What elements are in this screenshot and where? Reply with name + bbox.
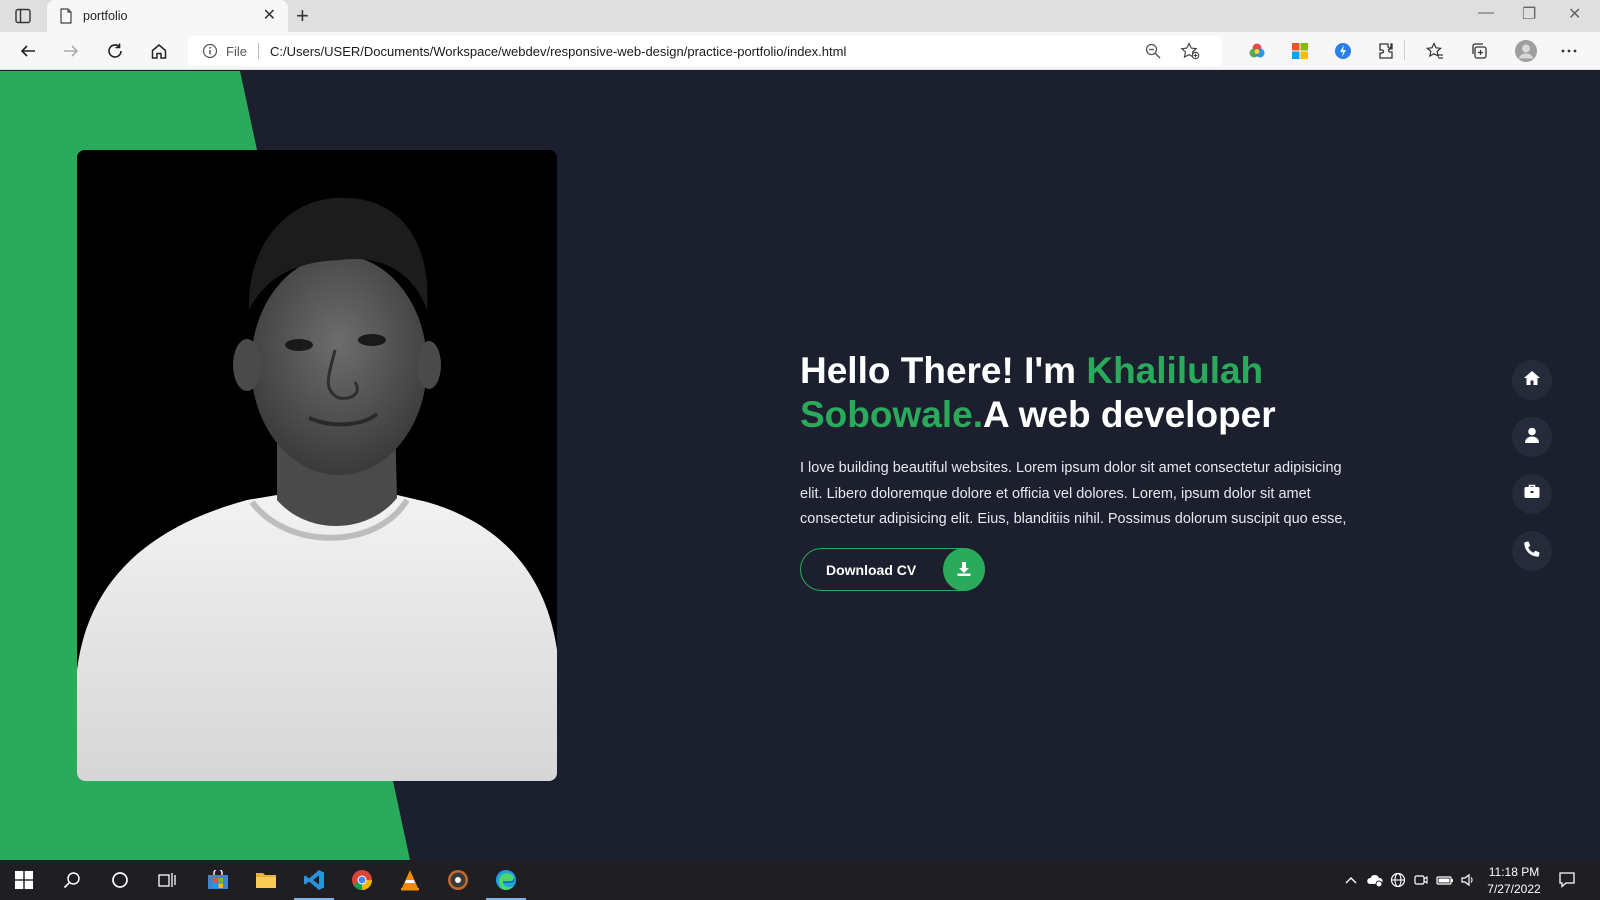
task-view-icon[interactable] bbox=[144, 860, 192, 900]
zoom-out-icon[interactable] bbox=[1144, 42, 1162, 65]
protocol-label: File bbox=[226, 44, 247, 59]
media-player-icon[interactable] bbox=[434, 860, 482, 900]
hero-heading: Hello There! I'm Khalilulah Sobowale.A w… bbox=[800, 349, 1360, 437]
vscode-icon[interactable] bbox=[290, 860, 338, 900]
color-picker-extension-icon[interactable] bbox=[1248, 42, 1266, 60]
user-icon bbox=[1524, 427, 1540, 448]
nav-contact-button[interactable] bbox=[1512, 531, 1552, 571]
back-icon[interactable] bbox=[17, 40, 39, 62]
clock-date: 7/27/2022 bbox=[1487, 882, 1541, 896]
office-extension-icon[interactable] bbox=[1291, 42, 1309, 60]
notifications-icon[interactable] bbox=[1558, 871, 1576, 894]
add-favorite-icon[interactable] bbox=[1180, 42, 1200, 65]
nav-home-button[interactable] bbox=[1512, 360, 1552, 400]
show-hidden-icons-icon[interactable] bbox=[1344, 873, 1358, 891]
clock-time: 11:18 PM bbox=[1488, 865, 1540, 879]
edge-icon[interactable] bbox=[482, 860, 530, 900]
download-cv-label: Download CV bbox=[826, 561, 917, 578]
portfolio-page: Hello There! I'm Khalilulah Sobowale.A w… bbox=[0, 71, 1600, 860]
profile-avatar[interactable] bbox=[1514, 39, 1538, 63]
refresh-icon[interactable] bbox=[104, 40, 126, 62]
role-text: A web developer bbox=[982, 394, 1276, 435]
forward-icon[interactable] bbox=[60, 40, 82, 62]
system-clock[interactable]: 11:18 PM 7/27/2022 bbox=[1482, 864, 1546, 898]
browser-tab-bar: portfolio ✕ + — ❐ ✕ bbox=[0, 0, 1600, 32]
document-icon bbox=[59, 8, 73, 29]
extensions-icon[interactable] bbox=[1377, 42, 1395, 60]
onedrive-icon[interactable] bbox=[1366, 872, 1384, 893]
tab-actions-icon[interactable] bbox=[14, 7, 32, 25]
new-tab-icon[interactable]: + bbox=[296, 5, 309, 27]
close-tab-icon[interactable]: ✕ bbox=[263, 8, 276, 24]
address-bar[interactable]: File C:/Users/USER/Documents/Workspace/w… bbox=[188, 36, 1222, 66]
start-windows-icon[interactable] bbox=[0, 860, 48, 900]
profile-photo bbox=[77, 150, 557, 781]
greeting-text: Hello There! I'm bbox=[800, 350, 1087, 391]
info-icon[interactable] bbox=[202, 43, 218, 64]
taskbar: 11:18 PM 7/27/2022 bbox=[0, 860, 1600, 900]
minimize-icon[interactable]: — bbox=[1478, 4, 1494, 22]
chrome-icon[interactable] bbox=[338, 860, 386, 900]
cortana-icon[interactable] bbox=[96, 860, 144, 900]
favorites-icon[interactable] bbox=[1426, 42, 1444, 60]
download-icon bbox=[943, 547, 985, 591]
more-options-icon[interactable] bbox=[1560, 42, 1578, 60]
url-text[interactable]: C:/Users/USER/Documents/Workspace/webdev… bbox=[270, 44, 846, 59]
home-icon bbox=[1523, 370, 1541, 391]
briefcase-icon bbox=[1524, 484, 1540, 504]
browser-toolbar: File C:/Users/USER/Documents/Workspace/w… bbox=[0, 32, 1600, 70]
nav-portfolio-button[interactable] bbox=[1512, 474, 1552, 514]
meet-now-icon[interactable] bbox=[1414, 872, 1428, 893]
hero-description: I love building beautiful websites. Lore… bbox=[800, 460, 1347, 527]
vpn-extension-icon[interactable] bbox=[1334, 42, 1352, 60]
hero-section: Hello There! I'm Khalilulah Sobowale.A w… bbox=[800, 349, 1360, 591]
tab-title: portfolio bbox=[83, 9, 128, 23]
phone-icon bbox=[1524, 540, 1540, 562]
network-icon[interactable] bbox=[1390, 872, 1406, 893]
nav-about-button[interactable] bbox=[1512, 417, 1552, 457]
toolbar-divider bbox=[1404, 40, 1405, 60]
search-icon[interactable] bbox=[48, 860, 96, 900]
home-icon[interactable] bbox=[148, 40, 170, 62]
download-cv-button[interactable]: Download CV bbox=[800, 547, 985, 591]
volume-icon[interactable] bbox=[1460, 872, 1476, 893]
battery-icon[interactable] bbox=[1436, 872, 1454, 893]
restore-icon[interactable]: ❐ bbox=[1522, 4, 1536, 24]
close-window-icon[interactable]: ✕ bbox=[1568, 4, 1581, 24]
collections-icon[interactable] bbox=[1470, 42, 1488, 60]
vlc-icon[interactable] bbox=[386, 860, 434, 900]
side-navigation bbox=[1512, 360, 1552, 588]
divider bbox=[258, 43, 259, 59]
store-icon[interactable] bbox=[194, 860, 242, 900]
browser-tab[interactable]: portfolio ✕ bbox=[47, 0, 288, 32]
file-explorer-icon[interactable] bbox=[242, 860, 290, 900]
